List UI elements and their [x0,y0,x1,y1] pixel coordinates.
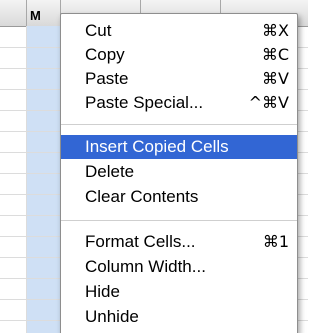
context-menu: Cut ⌘X Copy ⌘C Paste ⌘V Paste Special...… [60,13,298,333]
menu-item-column-width[interactable]: Column Width... [61,255,297,279]
menu-separator [61,220,297,221]
selected-column[interactable] [26,26,61,333]
menu-item-label: Insert Copied Cells [85,137,229,156]
menu-item-cut[interactable]: Cut ⌘X [61,19,297,43]
menu-item-format-cells[interactable]: Format Cells... ⌘1 [61,230,297,254]
screen: M Cut ⌘X Copy ⌘C Paste ⌘V Paste Special.… [0,0,308,333]
menu-item-delete[interactable]: Delete [61,160,297,184]
menu-item-hide[interactable]: Hide [61,280,297,304]
column-gridline [26,26,27,333]
menu-item-shortcut: ⌘C [261,45,289,64]
menu-item-label: Paste [85,69,129,88]
menu-item-paste-special[interactable]: Paste Special... ^⌘V [61,91,297,115]
menu-item-label: Copy [85,45,125,64]
menu-item-label: Clear Contents [85,187,199,206]
menu-item-label: Hide [85,282,120,301]
menu-item-shortcut: ⌘1 [262,232,289,251]
menu-item-label: Cut [85,21,112,40]
menu-separator [61,124,297,125]
menu-item-label: Unhide [85,307,139,326]
menu-item-shortcut: ^⌘V [248,93,289,112]
menu-item-clear-contents[interactable]: Clear Contents [61,185,297,209]
menu-item-copy[interactable]: Copy ⌘C [61,43,297,67]
column-header-blank[interactable] [0,0,27,26]
menu-item-label: Paste Special... [85,93,204,112]
menu-item-paste[interactable]: Paste ⌘V [61,67,297,91]
menu-item-label: Column Width... [85,257,206,276]
menu-item-unhide[interactable]: Unhide [61,305,297,329]
menu-item-shortcut: ⌘X [262,21,289,40]
menu-item-label: Format Cells... [85,232,196,251]
column-header-label: M [30,8,41,23]
menu-item-shortcut: ⌘V [262,69,289,88]
menu-item-label: Delete [85,162,135,181]
column-header-selected[interactable]: M [26,0,61,26]
menu-item-insert-copied-cells[interactable]: Insert Copied Cells [61,135,297,159]
